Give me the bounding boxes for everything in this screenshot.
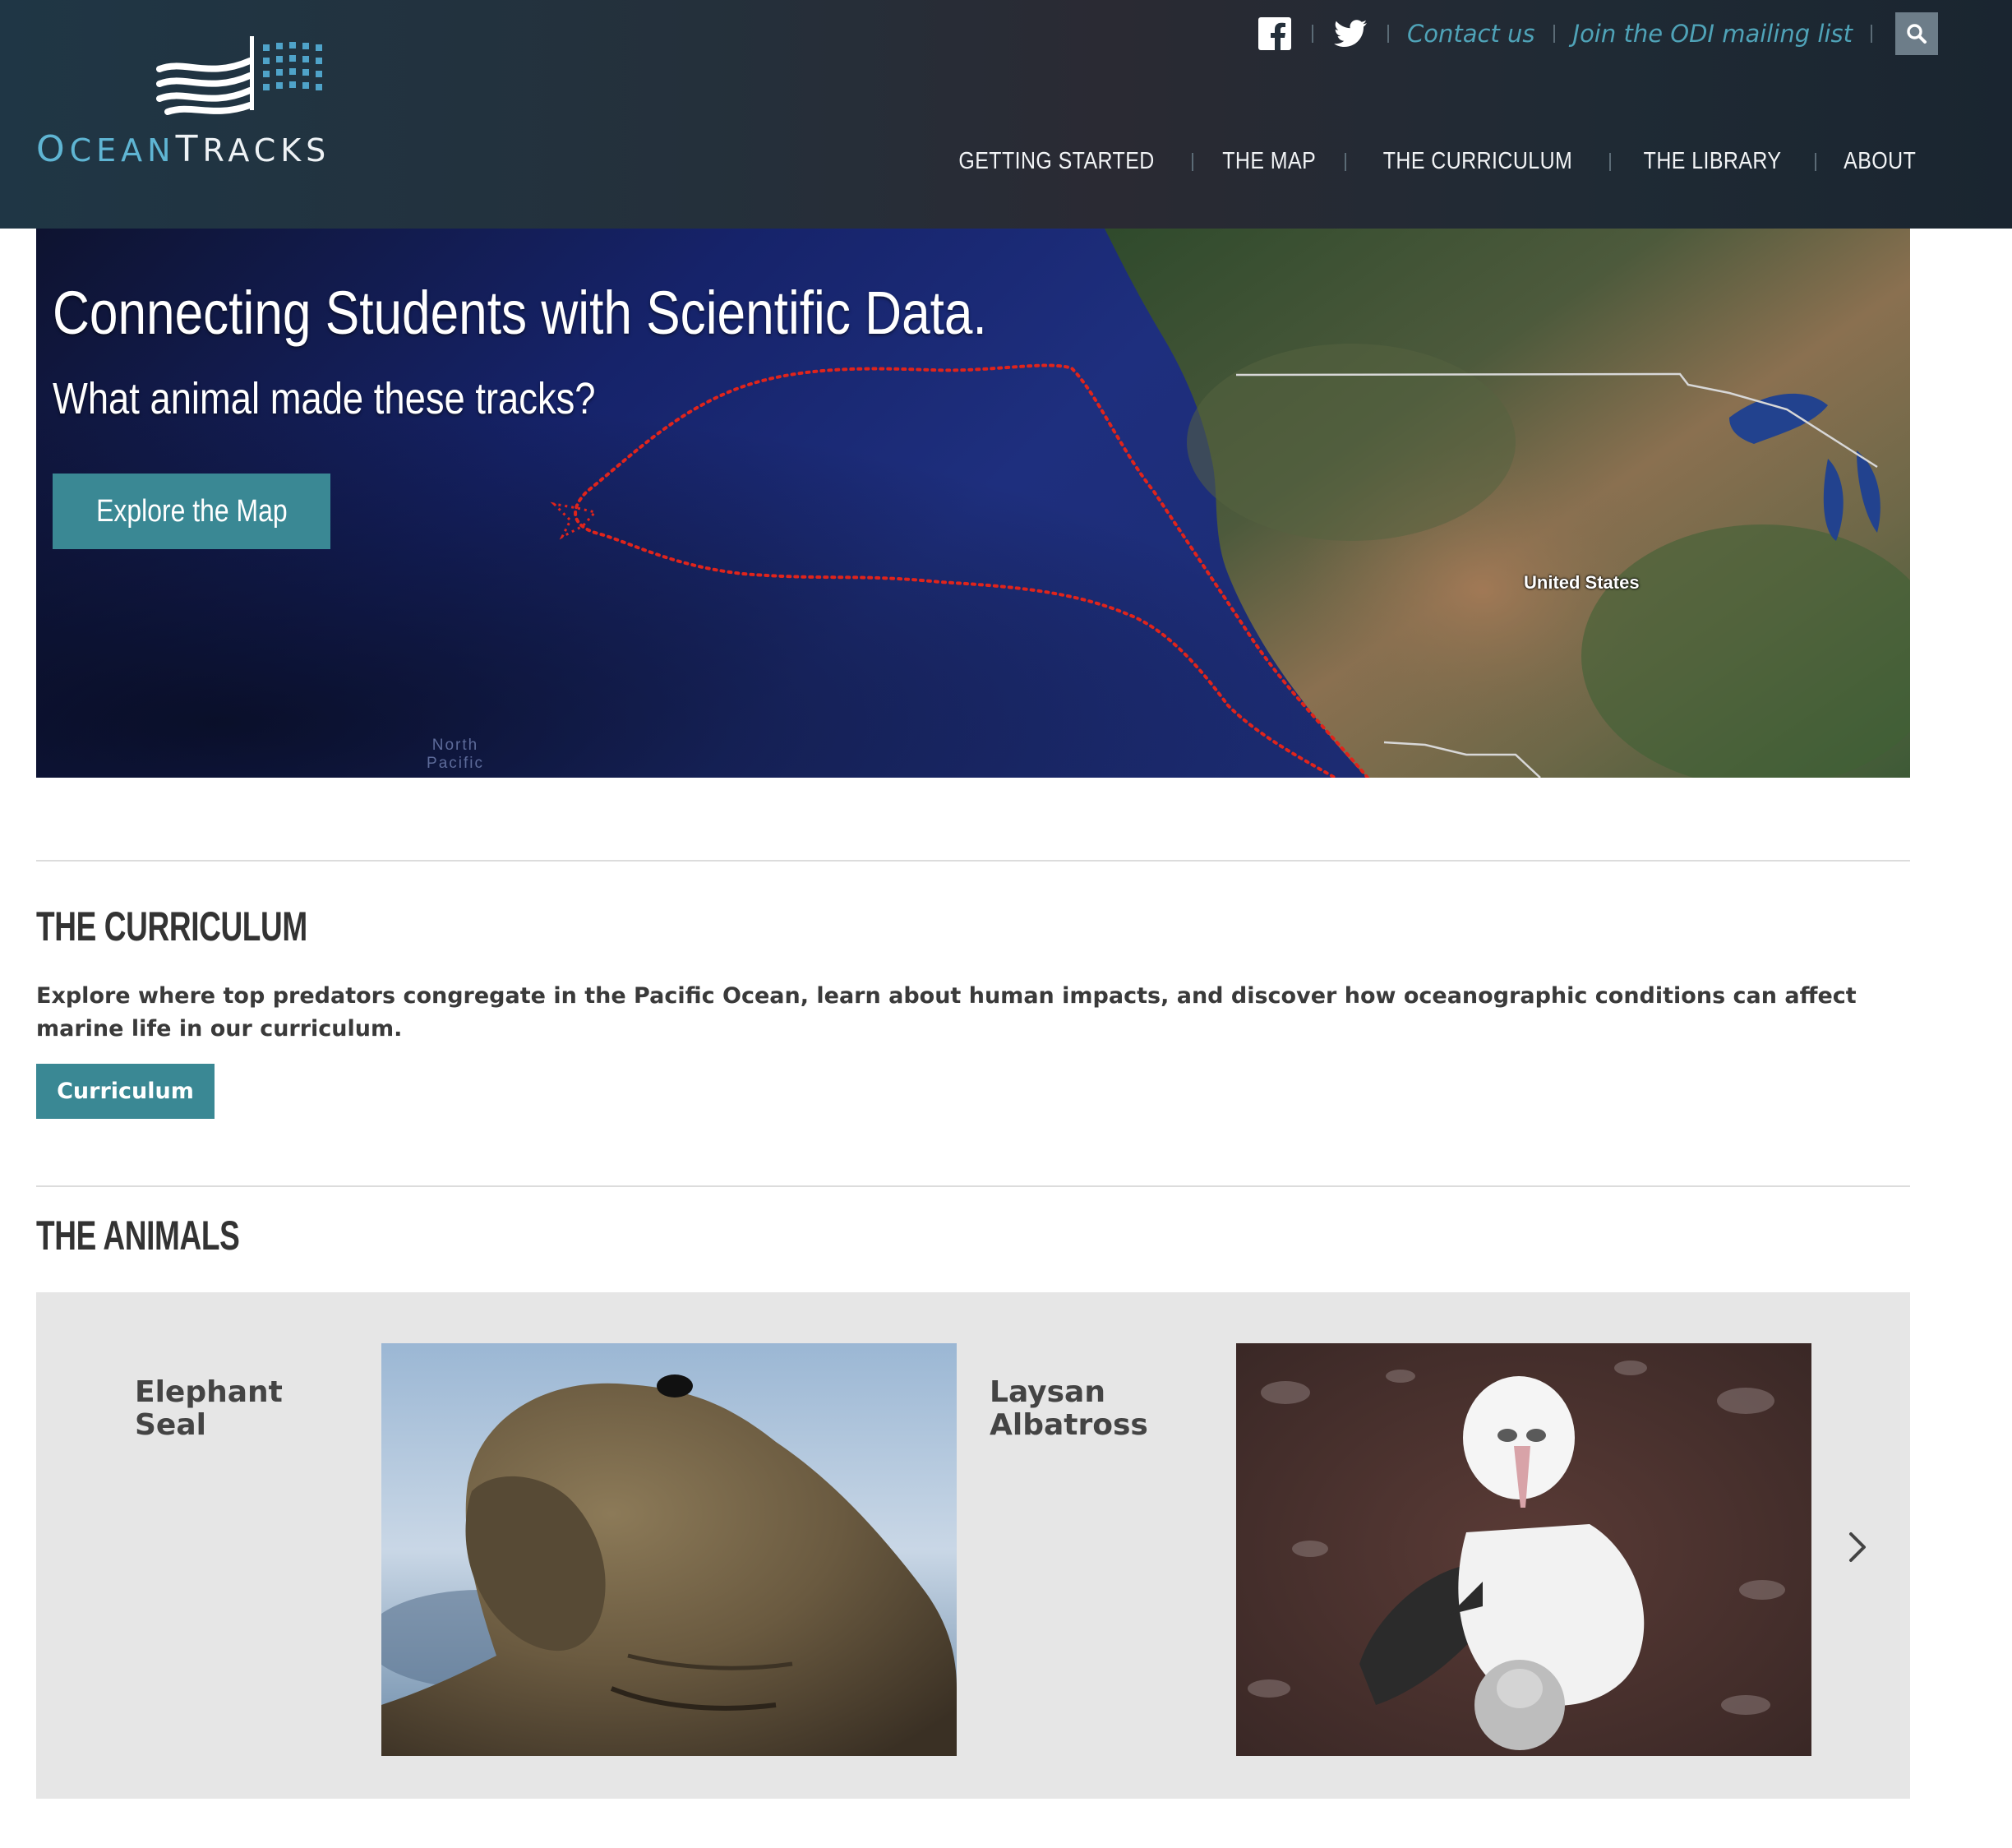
curriculum-button[interactable]: Curriculum: [36, 1064, 215, 1119]
twitter-icon[interactable]: [1331, 15, 1369, 53]
map-label-ocean: North Pacific: [427, 737, 484, 772]
elephant-seal-image: [381, 1343, 957, 1756]
divider: [1871, 25, 1872, 43]
oceantracks-logo[interactable]: OCEANTRACKS: [36, 36, 422, 176]
divider: [1345, 152, 1347, 171]
contact-us-link[interactable]: Contact us: [1407, 20, 1535, 48]
utility-links: Contact us Join the ODI mailing list: [1256, 8, 1938, 59]
curriculum-heading: THE CURRICULUM: [36, 903, 307, 949]
search-icon: [1907, 24, 1927, 44]
hero-subtitle: What animal made these tracks?: [53, 374, 596, 423]
main-nav: GETTING STARTED THE MAP THE CURRICULUM T…: [943, 148, 1922, 175]
animal-name-laysan-albatross[interactable]: Laysan Albatross: [990, 1376, 1203, 1442]
nav-the-map[interactable]: THE MAP: [1222, 148, 1316, 175]
curriculum-description: Explore where top predators congregate i…: [36, 983, 1857, 1042]
logo-wordmark: OCEANTRACKS: [36, 128, 331, 170]
map-label-country: United States: [1524, 572, 1640, 593]
divider: [1192, 152, 1194, 171]
explore-map-button[interactable]: Explore the Map: [53, 474, 330, 549]
search-button[interactable]: [1895, 12, 1938, 55]
animals-heading: THE ANIMALS: [36, 1213, 240, 1259]
explore-map-button-label: Explore the Map: [95, 493, 288, 529]
chevron-right-icon: [1849, 1532, 1866, 1562]
hero-title: Connecting Students with Scientific Data…: [53, 279, 987, 347]
hero-banner: Connecting Students with Scientific Data…: [36, 229, 1910, 778]
divider: [1387, 25, 1389, 43]
divider: [1553, 25, 1555, 43]
divider: [1814, 152, 1816, 171]
divider: [1609, 152, 1612, 171]
divider: [36, 860, 1910, 862]
carousel-next-button[interactable]: [1841, 1524, 1874, 1570]
nav-getting-started[interactable]: GETTING STARTED: [958, 148, 1154, 175]
site-header: OCEANTRACKS Contact us Join the ODI mail…: [0, 0, 2012, 229]
laysan-albatross-image: [1236, 1343, 1811, 1756]
nav-the-curriculum[interactable]: THE CURRICULUM: [1383, 148, 1572, 175]
divider: [1311, 25, 1313, 43]
nav-the-library[interactable]: THE LIBRARY: [1644, 148, 1782, 175]
nav-about[interactable]: ABOUT: [1844, 148, 1916, 175]
laysan-albatross-photo[interactable]: [1236, 1343, 1811, 1756]
elephant-seal-photo[interactable]: [381, 1343, 957, 1756]
mailing-list-link[interactable]: Join the ODI mailing list: [1573, 20, 1853, 48]
divider: [36, 1185, 1910, 1187]
animals-carousel: Elephant Seal Laysan Albatross: [36, 1292, 1910, 1799]
logo-waves-icon: [156, 36, 322, 115]
facebook-icon[interactable]: [1256, 15, 1294, 53]
animal-name-elephant-seal[interactable]: Elephant Seal: [135, 1376, 348, 1442]
